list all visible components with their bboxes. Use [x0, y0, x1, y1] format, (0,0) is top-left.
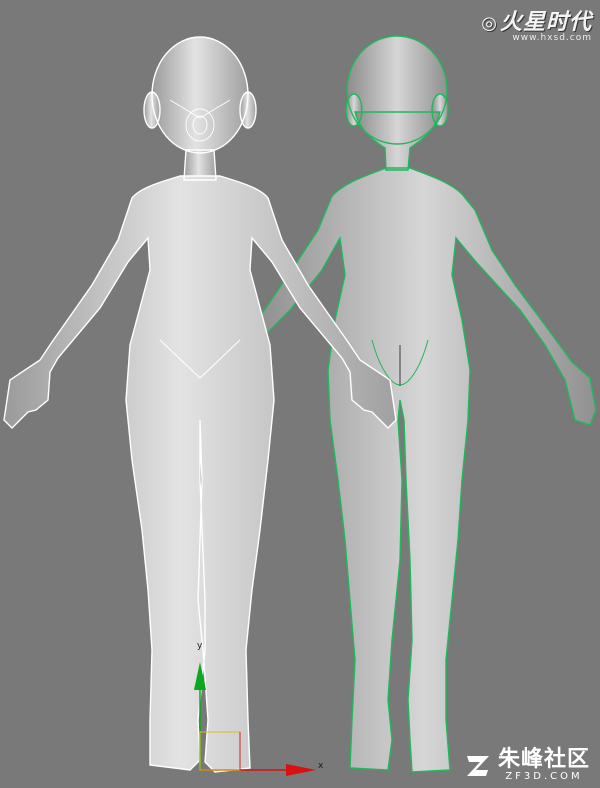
zf3d-logo-icon [466, 755, 489, 776]
back-view-model[interactable] [245, 35, 600, 776]
zf3d-brand-text: 朱峰社区 [497, 747, 590, 772]
y-axis-label: y [197, 641, 203, 651]
hxsd-brand-text: 火星时代 [499, 10, 592, 35]
watermark-hxsd: ◎火星时代 www.hxsd.com [481, 4, 592, 43]
x-axis-arrow-icon [286, 764, 316, 776]
zf3d-url: ZF3D.COM [505, 771, 583, 782]
watermark-zf3d: 朱峰社区 ZF3D.COM [464, 749, 590, 782]
viewport-scene: y x [3, 35, 600, 776]
3d-viewport[interactable]: y x ◎火星时代 www.hxsd.com 朱峰社区 ZF3D.COM [0, 0, 600, 788]
x-axis-label: x [318, 761, 324, 771]
hxsd-logo-icon: ◎ [481, 13, 498, 34]
